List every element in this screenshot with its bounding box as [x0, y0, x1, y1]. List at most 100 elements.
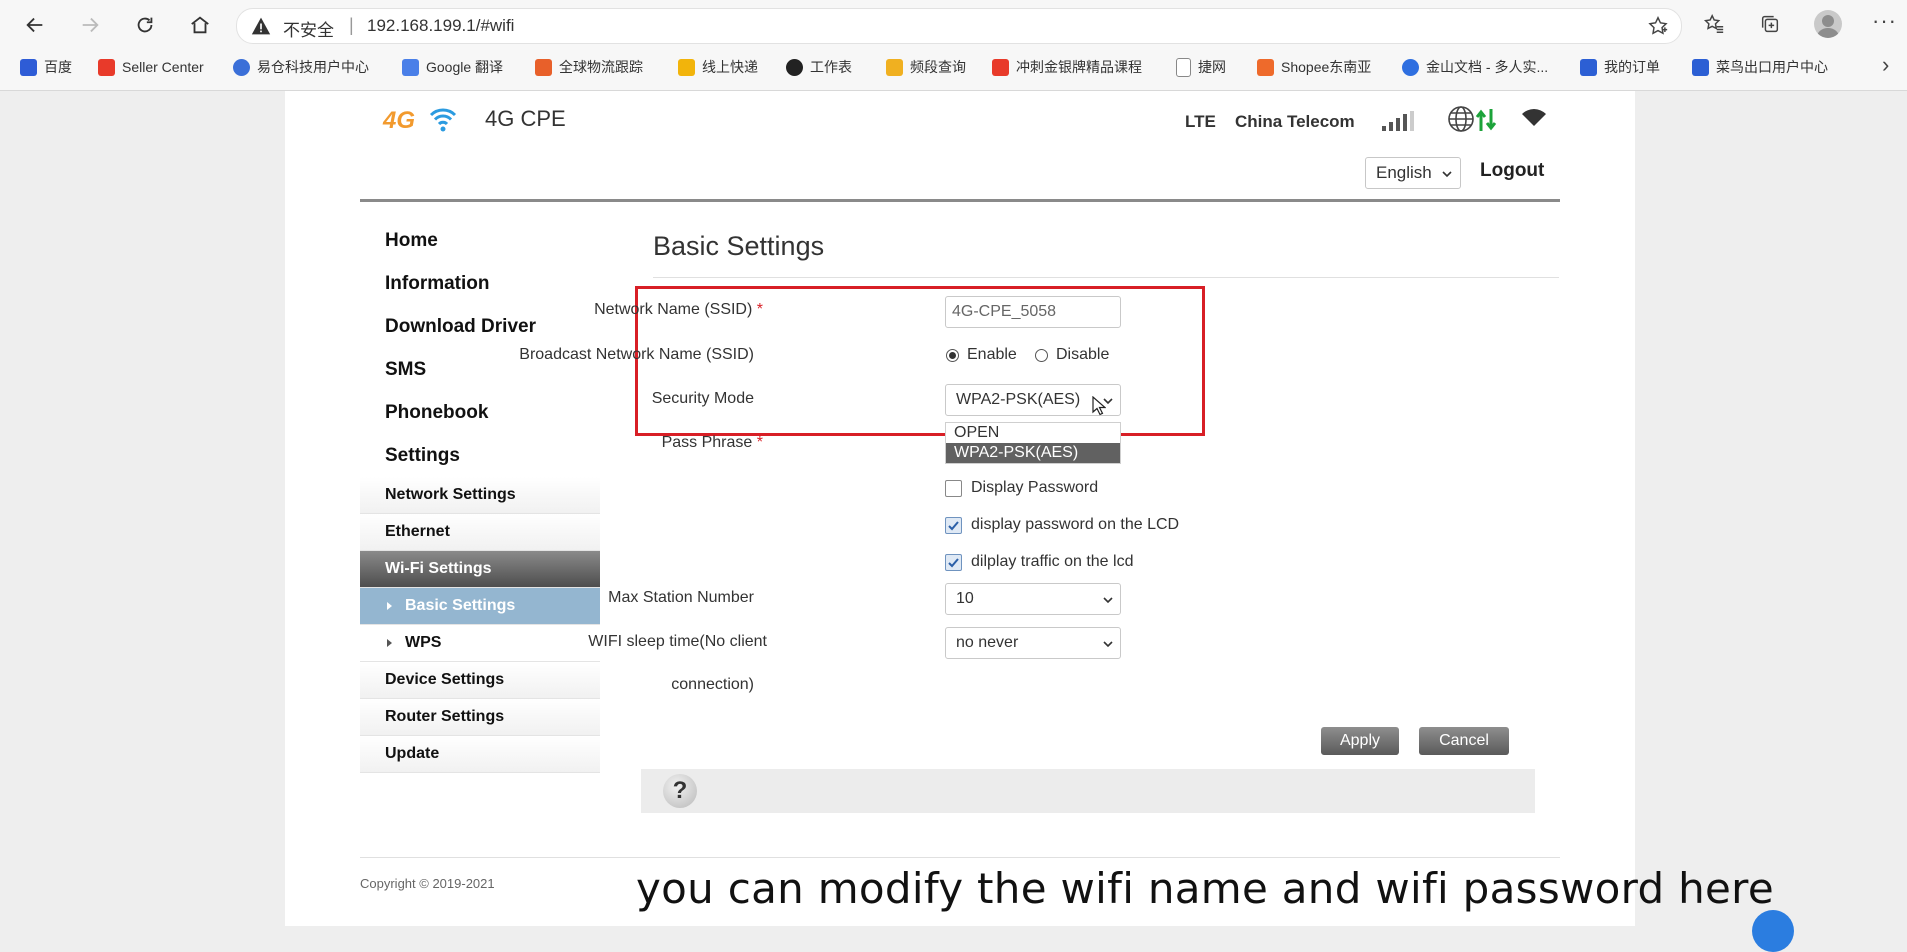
sidebar-item-information[interactable]: Information [360, 262, 600, 305]
network-type: LTE [1185, 112, 1216, 131]
header-divider [360, 199, 1560, 202]
bookmark-favicon-icon [20, 58, 37, 76]
bookmark-favicon-icon [992, 58, 1009, 76]
bookmarks-bar: 百度 Seller Center 易仓科技用户中心 Google 翻译 全球物流… [0, 52, 1907, 80]
ssid-input[interactable]: 4G-CPE_5058 [945, 296, 1121, 328]
collections-icon[interactable] [1756, 10, 1784, 38]
wifi-sleep-label-line-1: WIFI sleep time(No client [588, 633, 767, 650]
forward-arrow-icon[interactable] [75, 10, 105, 40]
security-mode-label: Security Mode [651, 390, 754, 407]
language-value: English [1376, 163, 1432, 182]
bookmark-item[interactable]: 菜鸟出口用户中心 [1692, 56, 1828, 78]
bookmark-item[interactable]: 易仓科技用户中心 [233, 56, 369, 78]
required-mark: * [756, 301, 763, 318]
bookmark-favicon-icon [535, 58, 552, 76]
bookmark-item[interactable]: 冲刺金银牌精品课程 [992, 56, 1142, 78]
url-text[interactable]: 192.168.199.1/#wifi [367, 16, 514, 36]
ssid-label: Network Name (SSID) * [594, 301, 763, 318]
page-title: Basic Settings [653, 231, 825, 261]
data-traffic-arrows-icon [1475, 109, 1497, 131]
copyright-text: Copyright © 2019-2021 [360, 876, 495, 891]
sidebar-item-router-settings[interactable]: Router Settings [360, 699, 600, 736]
bookmark-favicon-icon [678, 58, 695, 76]
address-bar[interactable]: 不安全 | 192.168.199.1/#wifi [236, 8, 1682, 44]
cancel-button[interactable]: Cancel [1419, 727, 1509, 755]
bookmark-item[interactable]: 捷网 [1176, 56, 1226, 78]
bookmark-item[interactable]: 金山文档 - 多人实... [1402, 56, 1548, 78]
favorite-star-icon[interactable] [1647, 15, 1669, 37]
floating-action-button[interactable] [1752, 910, 1794, 952]
display-password-label: Display Password [971, 479, 1099, 496]
max-station-select[interactable]: 10 [945, 583, 1121, 615]
bookmark-item[interactable]: Seller Center [98, 56, 204, 78]
bookmark-item[interactable]: 工作表 [786, 56, 852, 78]
sidebar-item-network-settings[interactable]: Network Settings [360, 477, 600, 514]
bookmark-favicon-icon [886, 58, 903, 76]
refresh-icon[interactable] [130, 10, 160, 40]
product-name: 4G CPE [485, 106, 566, 131]
broadcast-enable-radio[interactable] [946, 349, 959, 362]
sidebar-item-phonebook[interactable]: Phonebook [360, 391, 600, 434]
sidebar-item-basic-settings[interactable]: Basic Settings [360, 588, 600, 625]
language-select[interactable]: English [1365, 157, 1461, 189]
bookmark-favicon-icon [402, 58, 419, 76]
home-icon[interactable] [185, 10, 215, 40]
security-mode-value: WPA2-PSK(AES) [956, 391, 1081, 408]
bookmark-item[interactable]: 全球物流跟踪 [535, 56, 643, 78]
bookmarks-more-chevron-icon[interactable]: › [1882, 52, 1889, 78]
bookmark-item[interactable]: Google 翻译 [402, 56, 503, 78]
apply-button[interactable]: Apply [1321, 727, 1399, 755]
wifi-sleep-select[interactable]: no never [945, 627, 1121, 659]
bookmark-favicon-icon [233, 58, 250, 76]
globe-icon [1448, 106, 1474, 132]
bookmark-item[interactable]: 我的订单 [1580, 56, 1660, 78]
more-menu-icon[interactable]: ··· [1872, 8, 1897, 34]
help-bar: ? [641, 769, 1535, 813]
chevron-down-icon [1103, 641, 1113, 648]
logo-wifi-icon [429, 108, 457, 132]
bookmark-favicon-icon [1176, 57, 1191, 77]
bookmark-item[interactable]: 百度 [20, 56, 72, 78]
warning-icon [251, 17, 271, 35]
help-icon[interactable]: ? [663, 774, 697, 808]
sidebar-item-wifi-settings[interactable]: Wi-Fi Settings [360, 551, 600, 588]
display-password-checkbox[interactable] [945, 480, 962, 497]
caret-right-icon [387, 602, 392, 610]
sidebar-item-settings[interactable]: Settings [360, 434, 600, 477]
bookmark-item[interactable]: 频段查询 [886, 56, 966, 78]
bookmark-favicon-icon [1402, 58, 1419, 76]
sidebar-item-download-driver[interactable]: Download Driver [360, 305, 600, 348]
caret-right-icon [387, 639, 392, 647]
display-traffic-checkbox[interactable] [945, 554, 962, 571]
broadcast-disable-label: Disable [1056, 346, 1110, 363]
max-station-value: 10 [956, 590, 974, 607]
sidebar-item-ethernet[interactable]: Ethernet [360, 514, 600, 551]
bookmark-item[interactable]: 线上快递 [678, 56, 758, 78]
bookmark-favicon-icon [98, 58, 115, 76]
sidebar-item-update[interactable]: Update [360, 736, 600, 773]
video-caption: you can modify the wifi name and wifi pa… [636, 864, 1774, 913]
sidebar-item-device-settings[interactable]: Device Settings [360, 662, 600, 699]
sidebar-item-home[interactable]: Home [360, 219, 600, 262]
wifi-sleep-value: no never [956, 634, 1019, 651]
broadcast-enable-label: Enable [967, 346, 1017, 363]
chevron-down-icon [1442, 171, 1452, 178]
router-page: 4G 4G CPE LTE China Telecom English Logo… [285, 91, 1635, 926]
security-option-wpa2-psk-aes[interactable]: WPA2-PSK(AES) [946, 443, 1120, 463]
mouse-cursor-icon [1092, 396, 1106, 416]
bookmark-item[interactable]: Shopee东南亚 [1257, 56, 1371, 78]
pass-phrase-label: Pass Phrase * [661, 434, 763, 451]
required-mark: * [756, 434, 763, 451]
display-lcd-checkbox[interactable] [945, 517, 962, 534]
logout-link[interactable]: Logout [1480, 160, 1544, 182]
broadcast-disable-radio[interactable] [1035, 349, 1048, 362]
insecure-label: 不安全 [283, 21, 334, 40]
sidebar-item-wps[interactable]: WPS [360, 625, 600, 662]
favorites-icon[interactable] [1700, 10, 1728, 38]
back-arrow-icon[interactable] [20, 10, 50, 40]
profile-avatar[interactable] [1814, 10, 1842, 38]
signal-strength-icon [1382, 111, 1414, 131]
security-option-open[interactable]: OPEN [946, 423, 1120, 443]
checkmark-icon [948, 558, 959, 568]
bookmark-favicon-icon [1257, 58, 1274, 76]
